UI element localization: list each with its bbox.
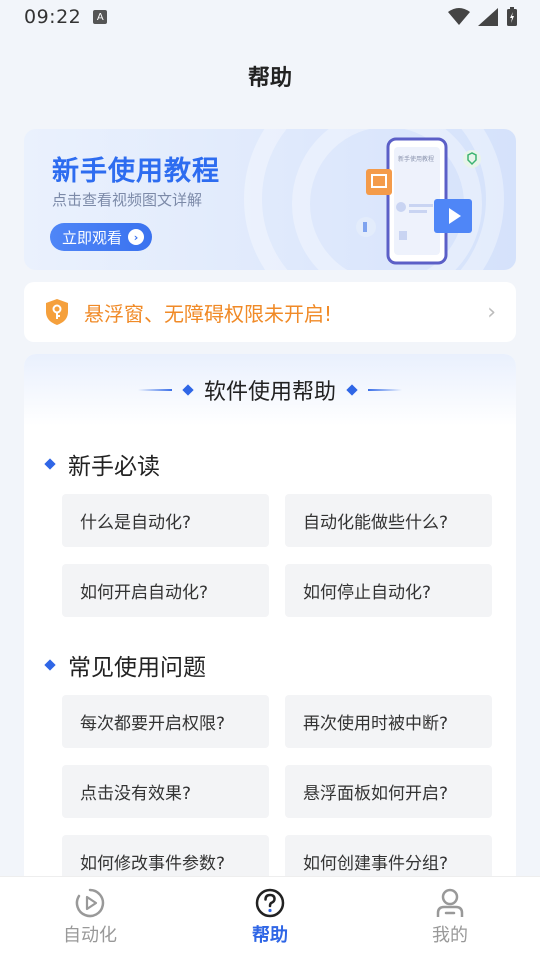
status-icons — [448, 7, 518, 27]
phone-illustration-icon: 新手使用教程 — [356, 137, 481, 265]
faq-item[interactable]: 自动化能做些什么? — [285, 494, 492, 547]
banner-subtitle: 点击查看视频图文详解 — [52, 191, 203, 209]
watch-now-button[interactable]: 立即观看 › — [50, 223, 153, 251]
watch-now-label: 立即观看 — [62, 228, 123, 247]
bottom-tab-bar: 自动化 帮助 我的 — [0, 876, 540, 960]
tab-automation[interactable]: 自动化 — [0, 877, 180, 960]
diamond-icon — [44, 659, 56, 671]
tutorial-banner[interactable]: 新手使用教程 点击查看视频图文详解 立即观看 › 新手使用教程 — [24, 129, 516, 270]
help-card: 软件使用帮助 新手必读 什么是自动化? 自动化能做些什么? 如何开启自动化? 如… — [24, 354, 516, 914]
tab-label: 自动化 — [63, 925, 117, 946]
faq-item[interactable]: 什么是自动化? — [62, 494, 269, 547]
tab-label: 帮助 — [252, 925, 288, 946]
banner-title: 新手使用教程 — [52, 156, 220, 187]
permission-notice[interactable]: 悬浮窗、无障碍权限未开启! › — [24, 282, 516, 342]
help-card-header: 软件使用帮助 — [24, 354, 516, 426]
question-circle-icon — [255, 888, 285, 918]
help-card-title: 软件使用帮助 — [203, 380, 336, 405]
tab-help[interactable]: 帮助 — [180, 877, 360, 960]
tab-label: 我的 — [432, 925, 468, 946]
diamond-icon — [346, 384, 358, 396]
divider — [137, 389, 172, 391]
play-circle-icon — [75, 888, 105, 918]
divider — [368, 389, 402, 391]
signal-icon — [478, 8, 498, 26]
section-title-label: 新手必读 — [68, 454, 160, 480]
shield-key-icon — [46, 299, 68, 325]
diamond-icon — [44, 458, 56, 470]
faq-item[interactable]: 点击没有效果? — [62, 765, 269, 818]
person-icon — [436, 888, 464, 917]
status-bar: 09:22 A — [0, 0, 540, 34]
faq-item[interactable]: 如何停止自动化? — [285, 564, 492, 617]
a-notification-icon: A — [93, 10, 108, 24]
chevron-right-icon: › — [128, 229, 145, 245]
chevron-right-icon: › — [487, 299, 496, 325]
section-title-label: 常见使用问题 — [68, 655, 206, 681]
faq-item[interactable]: 悬浮面板如何开启? — [285, 765, 492, 818]
page-title: 帮助 — [247, 66, 292, 91]
faq-item[interactable]: 如何开启自动化? — [62, 564, 269, 617]
battery-icon — [507, 7, 517, 26]
wifi-icon — [448, 8, 470, 25]
phone-caption: 新手使用教程 — [398, 155, 434, 163]
faq-item[interactable]: 每次都要开启权限? — [62, 695, 269, 748]
status-time: 09:22 — [24, 6, 82, 28]
section-title-common: 常见使用问题 — [44, 648, 206, 682]
tab-mine[interactable]: 我的 — [360, 877, 540, 960]
faq-item[interactable]: 再次使用时被中断? — [285, 695, 492, 748]
section-title-beginner: 新手必读 — [44, 447, 160, 481]
diamond-icon — [182, 384, 194, 396]
notice-text: 悬浮窗、无障碍权限未开启! — [84, 301, 333, 326]
